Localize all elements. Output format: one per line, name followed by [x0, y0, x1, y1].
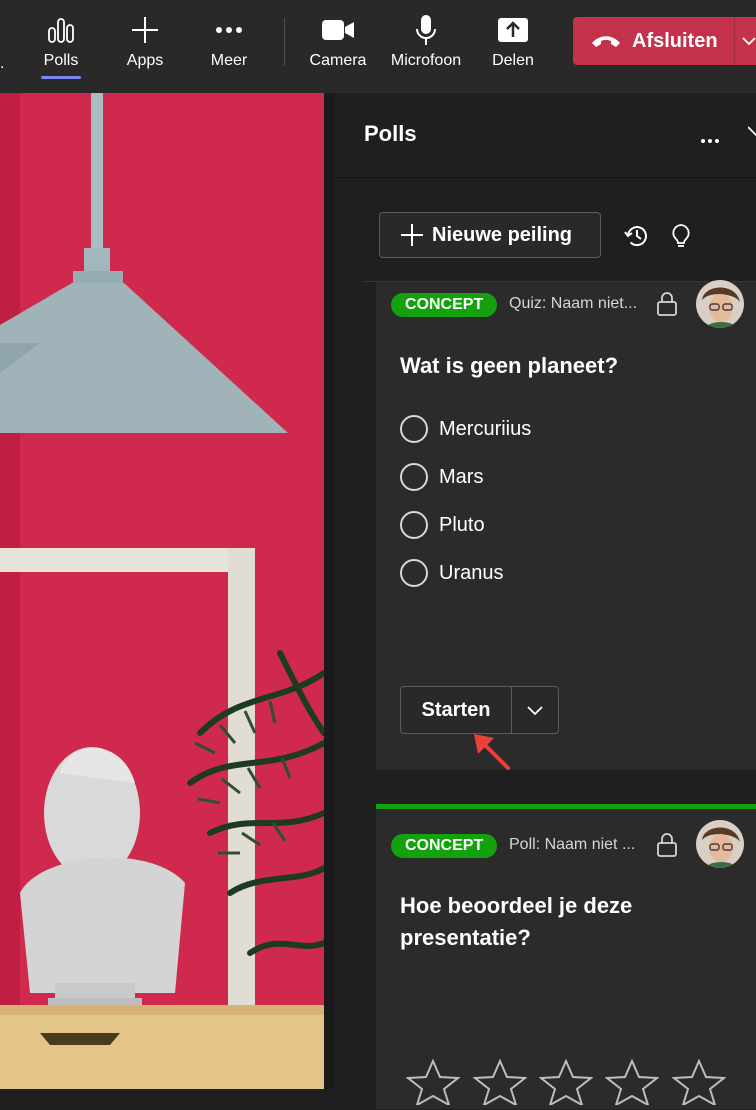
plus-icon [400, 223, 424, 247]
new-poll-label: Nieuwe peiling [432, 223, 573, 246]
poll-card: CONCEPT Poll: Naam niet ... Hoe beoordee… [376, 804, 756, 1109]
panel-gap [324, 93, 334, 1089]
toolbar-share-label: Delen [492, 52, 534, 69]
video-feed [0, 93, 324, 1089]
toolbar-camera-label: Camera [309, 52, 367, 69]
microphone-icon [414, 14, 438, 46]
status-badge: CONCEPT [391, 293, 498, 317]
answer-label: Mars [439, 465, 484, 488]
new-poll-button[interactable]: Nieuwe peiling [379, 212, 601, 258]
lock-icon [656, 291, 678, 322]
active-tab-indicator [41, 76, 81, 79]
close-icon[interactable] [747, 125, 756, 148]
rating-star-icon[interactable] [538, 1058, 594, 1110]
lock-icon [656, 832, 678, 863]
more-icon [215, 14, 243, 46]
poll-question: Hoe beoordeel je deze presentatie? [400, 893, 633, 950]
card-type-text: Quiz: Naam niet... [509, 295, 638, 312]
quiz-card: CONCEPT Quiz: Naam niet... Wat is geen p… [376, 280, 756, 770]
polls-panel: Polls Nieuwe peiling CONCEPT Quiz: Naam … [334, 93, 756, 1109]
toolbar-apps-button[interactable]: Apps [121, 0, 169, 93]
answer-option[interactable]: Mars [400, 463, 483, 491]
toolbar-polls-label: Polls [43, 52, 79, 69]
toolbar-microphone-label: Microfoon [390, 52, 462, 69]
rating-star-icon[interactable] [405, 1058, 461, 1110]
lightbulb-icon[interactable] [670, 223, 692, 256]
toolbar-polls-button[interactable]: Polls [37, 0, 85, 93]
radio-button[interactable] [400, 559, 428, 587]
toolbar-share-button[interactable]: Delen [488, 0, 538, 93]
card-type-text: Poll: Naam niet ... [509, 836, 636, 853]
chevron-down-icon [526, 704, 544, 716]
status-badge: CONCEPT [391, 834, 498, 858]
answer-label: Uranus [439, 561, 504, 584]
end-call-button[interactable]: Afsluiten [573, 17, 756, 65]
panel-title: Polls [364, 121, 417, 146]
answer-option[interactable]: Mercuriius [400, 415, 531, 443]
end-call-label: Afsluiten [632, 29, 718, 52]
share-icon [497, 14, 529, 46]
radio-button[interactable] [400, 463, 428, 491]
start-split-button: Starten [400, 686, 559, 734]
chevron-down-icon[interactable] [741, 33, 756, 54]
answer-option[interactable]: Pluto [400, 511, 485, 539]
rating-star-icon[interactable] [604, 1058, 660, 1110]
toolbar-camera-button[interactable]: Camera [308, 0, 368, 93]
toolbar-apps-label: Apps [126, 52, 164, 69]
poll-question: Wat is geen planeet? [400, 353, 619, 378]
answer-option[interactable]: Uranus [400, 559, 503, 587]
start-options-dropdown[interactable] [512, 687, 558, 733]
rating-star-icon[interactable] [671, 1058, 727, 1110]
annotation-arrow-icon [470, 730, 520, 785]
toolbar-more-label: Meer [210, 52, 248, 69]
end-call-separator [734, 17, 735, 65]
toolbar-left-partial: . [0, 55, 5, 72]
rating-star-icon[interactable] [472, 1058, 528, 1110]
plus-icon [130, 14, 160, 46]
toolbar-divider [284, 18, 285, 66]
toolbar-microphone-button[interactable]: Microfoon [386, 0, 466, 93]
hang-up-icon [590, 34, 622, 48]
radio-button[interactable] [400, 415, 428, 443]
avatar [696, 820, 744, 868]
answer-label: Pluto [439, 513, 485, 536]
radio-button[interactable] [400, 511, 428, 539]
history-icon[interactable] [624, 223, 650, 254]
more-options-icon[interactable] [700, 131, 720, 149]
polls-icon [47, 14, 75, 46]
polls-panel-header: Polls [334, 93, 756, 178]
meeting-toolbar: . Polls Apps Meer Camera Microfoon Delen… [0, 0, 756, 93]
answer-label: Mercuriius [439, 417, 532, 440]
camera-icon [321, 14, 355, 46]
start-button[interactable]: Starten [401, 687, 512, 733]
avatar [696, 280, 744, 328]
toolbar-more-button[interactable]: Meer [205, 0, 253, 93]
